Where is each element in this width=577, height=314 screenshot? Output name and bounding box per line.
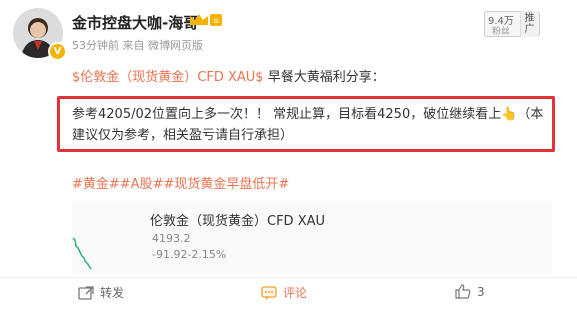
card-change: -91.92-2.15% — [152, 248, 227, 261]
user-name[interactable]: 金市控盘大咖-海哥 — [72, 12, 198, 33]
repost-button[interactable]: 转发 — [78, 284, 124, 301]
comment-label: 评论 — [283, 286, 308, 300]
sparkline — [72, 237, 92, 270]
verified-badge-icon: V — [48, 42, 67, 61]
svg-text:≡: ≡ — [213, 16, 218, 26]
repost-label: 转发 — [100, 286, 125, 300]
topic-tail: 早餐大黄福利分享： — [263, 70, 385, 85]
card-price: 4193.2 — [152, 232, 191, 245]
comment-button[interactable]: 评论 — [261, 284, 307, 301]
post-first-line: $伦敦金（现货黄金）CFD XAU$ 早餐大黄福利分享： — [72, 66, 385, 85]
comment-icon — [261, 285, 277, 300]
like-button[interactable]: 3 — [455, 284, 485, 299]
promote-button[interactable]: 推广 — [520, 11, 538, 37]
thumbs-up-icon — [455, 284, 471, 299]
like-count: 3 — [477, 284, 485, 299]
card-title: 伦敦金（现货黄金）CFD XAU — [150, 214, 326, 229]
action-divider — [0, 277, 577, 278]
repost-icon — [78, 285, 94, 300]
fans-label: 粉丝 — [492, 27, 511, 37]
post-meta: 53分钟前 来自 微博网页版 — [72, 39, 203, 52]
sparkline-chart — [72, 237, 92, 270]
post-quote: 参考4205/02位置向上多一次！！ 常规止算，目标看4250，破位继续看上👆（… — [72, 107, 544, 143]
level-crown-icon: ≡ — [190, 14, 222, 26]
topic-link[interactable]: $伦敦金（现货黄金）CFD XAU$ — [72, 70, 264, 85]
hashtags[interactable]: #黄金##A股##现货黄金早盘低开# — [72, 173, 289, 192]
